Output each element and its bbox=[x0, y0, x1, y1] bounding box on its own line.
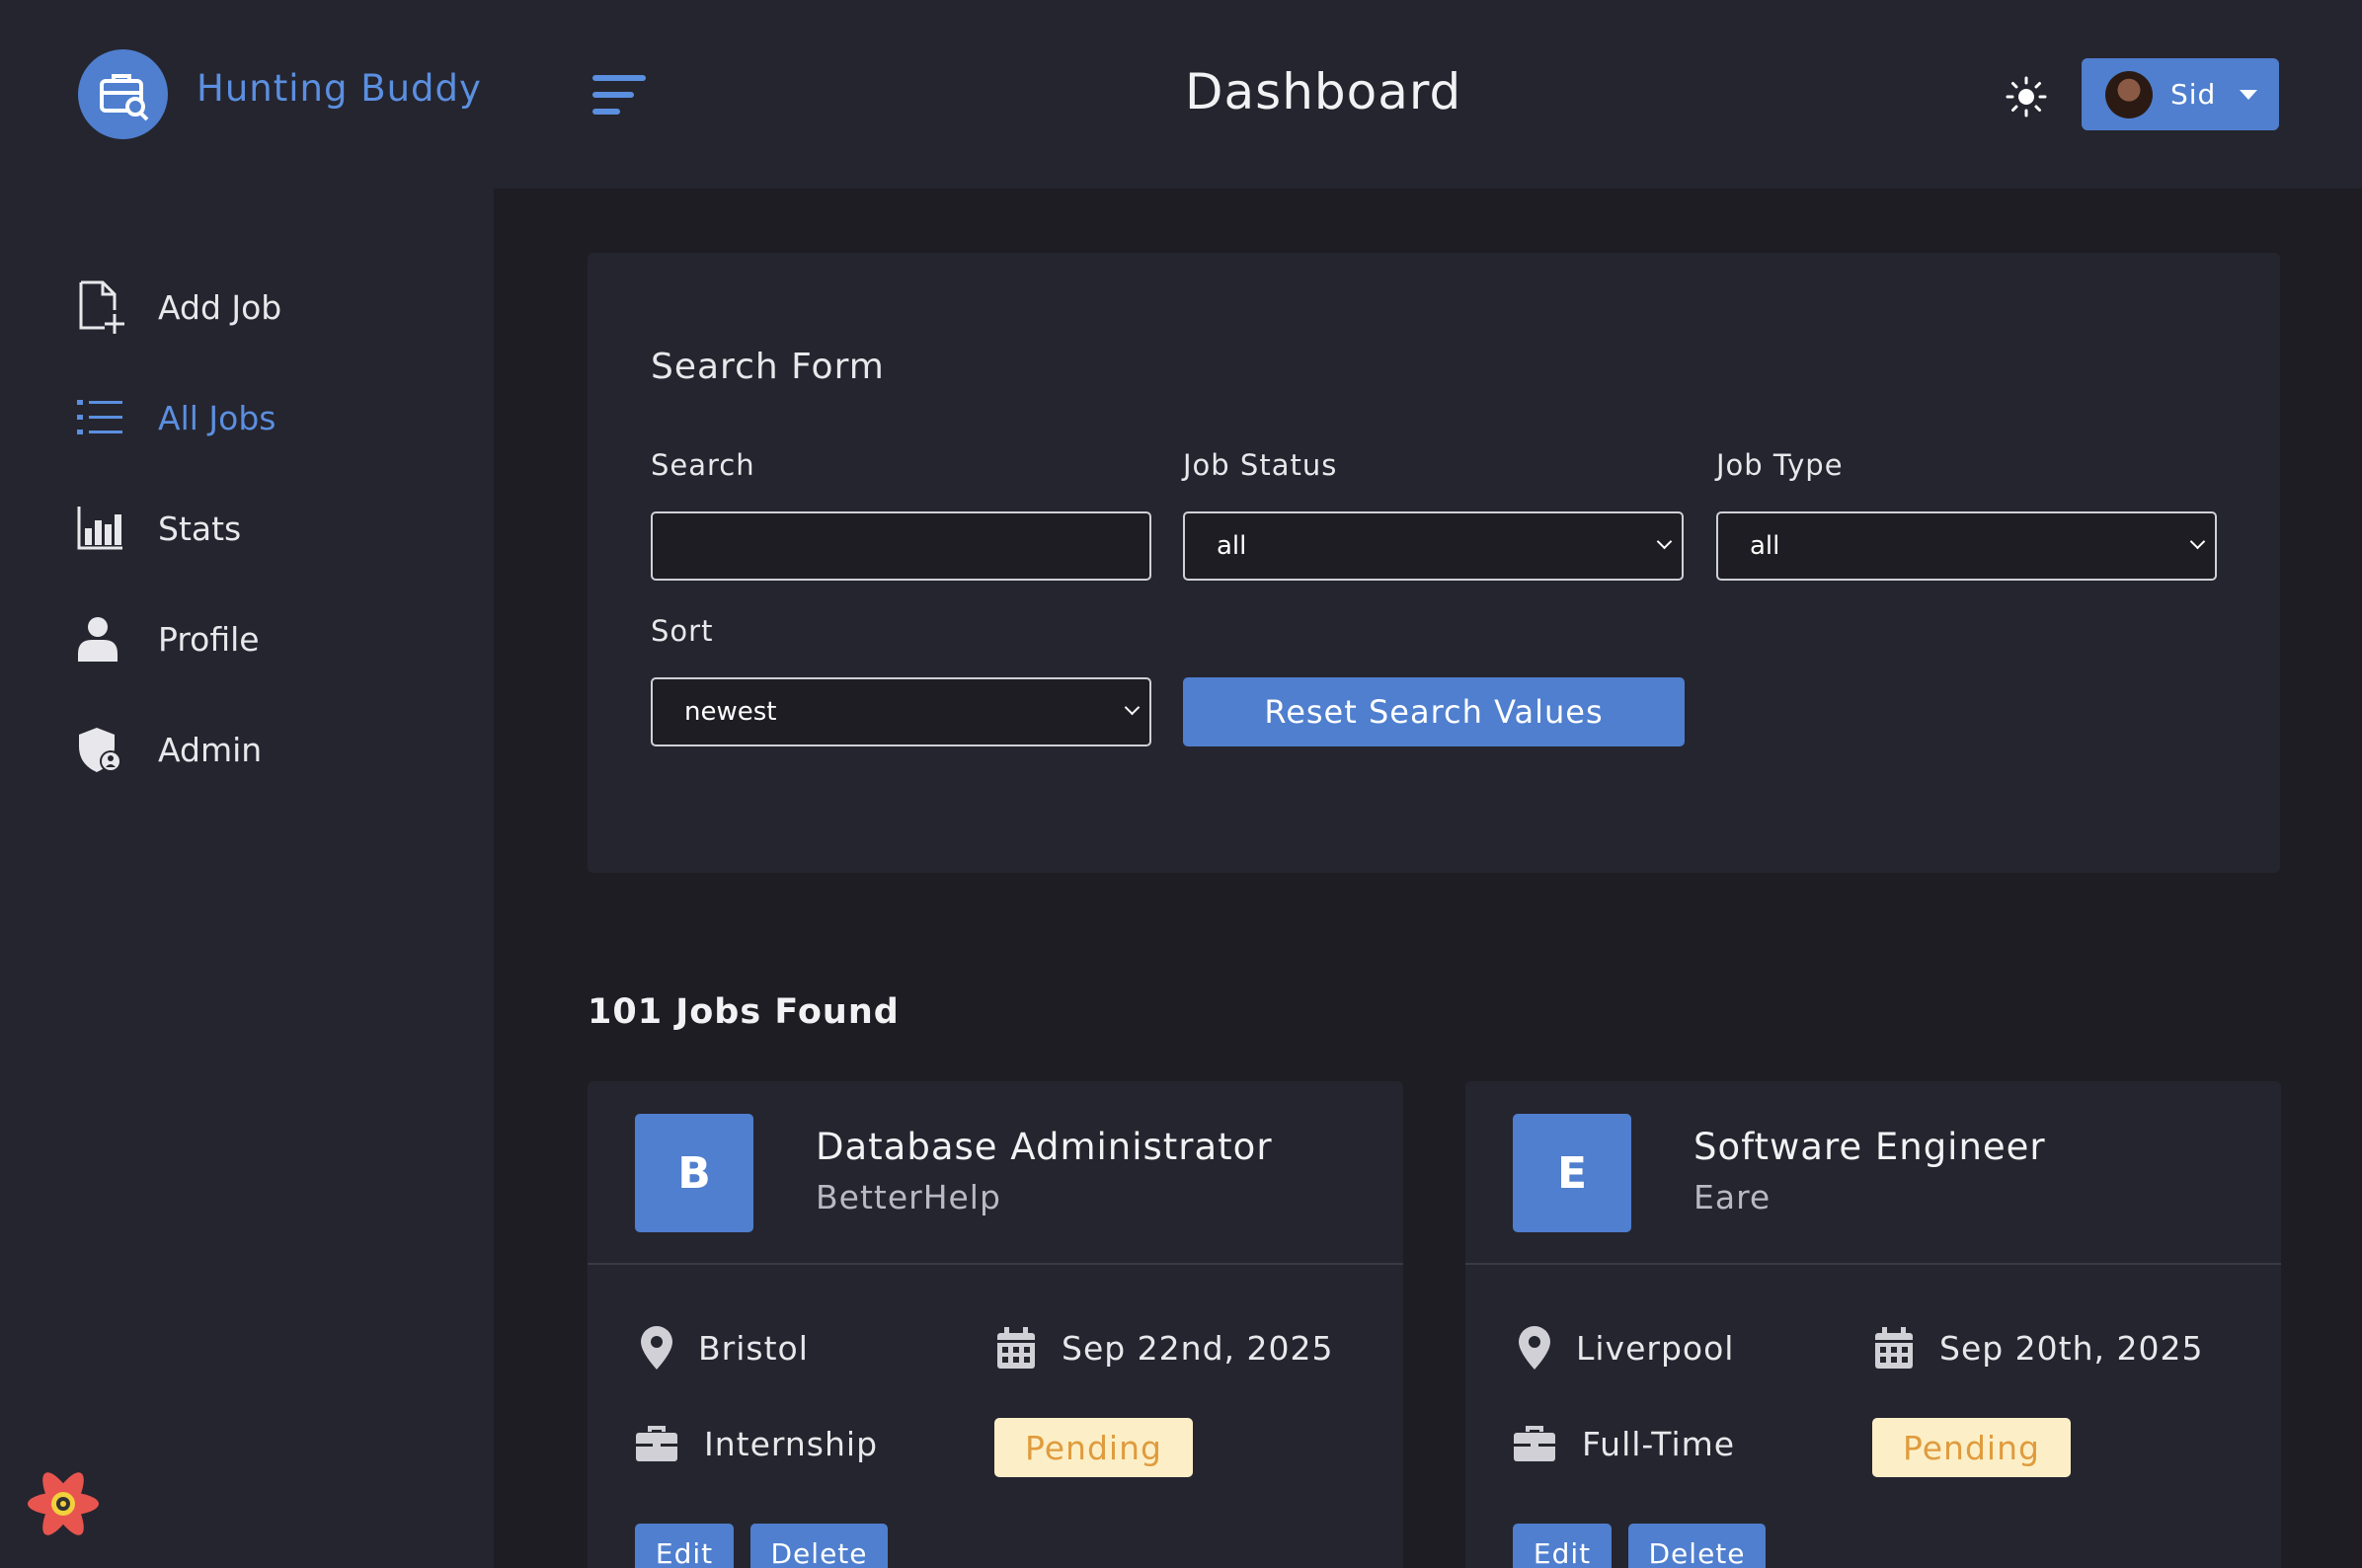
job-location-text: Liverpool bbox=[1576, 1328, 1735, 1368]
job-status-value: all bbox=[1217, 531, 1247, 561]
sort-select[interactable]: newest bbox=[651, 677, 1151, 746]
list-icon bbox=[77, 391, 126, 444]
job-company: Eare bbox=[1693, 1178, 1772, 1216]
job-status-label: Job Status bbox=[1183, 448, 1338, 482]
sort-value: newest bbox=[684, 697, 777, 727]
user-menu-button[interactable]: Sid bbox=[2082, 58, 2279, 130]
search-form: Search Form Search Job Status all Job Ty… bbox=[588, 253, 2280, 873]
reset-search-button[interactable]: Reset Search Values bbox=[1183, 677, 1685, 746]
location-pin-icon bbox=[1513, 1326, 1556, 1370]
sidebar-item-stats[interactable]: Stats bbox=[77, 499, 452, 558]
chevron-down-icon bbox=[1656, 533, 1673, 550]
job-position: Software Engineer bbox=[1693, 1126, 2046, 1168]
sidebar-item-label: Stats bbox=[158, 509, 242, 548]
job-date-text: Sep 20th, 2025 bbox=[1939, 1328, 2204, 1368]
sun-icon bbox=[2006, 76, 2047, 118]
job-card: E Software Engineer Eare Liverpool Sep 2… bbox=[1465, 1081, 2281, 1568]
job-card: B Database Administrator BetterHelp Bris… bbox=[588, 1081, 1403, 1568]
job-type: Full-Time bbox=[1513, 1422, 1735, 1465]
sidebar: Add Job All Jobs Stats Profile Admin bbox=[0, 189, 494, 1568]
user-name: Sid bbox=[2170, 78, 2217, 111]
calendar-icon bbox=[994, 1326, 1038, 1370]
location-pin-icon bbox=[635, 1326, 678, 1370]
job-header: E Software Engineer Eare bbox=[1465, 1081, 2281, 1265]
company-initial: E bbox=[1513, 1114, 1631, 1232]
job-type-value: all bbox=[1750, 531, 1780, 561]
job-date-text: Sep 22nd, 2025 bbox=[1062, 1328, 1334, 1368]
chevron-down-icon bbox=[2189, 533, 2206, 550]
sidebar-item-profile[interactable]: Profile bbox=[77, 609, 452, 668]
brand-name: Hunting Buddy bbox=[197, 67, 482, 110]
briefcase-icon bbox=[635, 1422, 678, 1465]
theme-toggle-button[interactable] bbox=[2005, 75, 2048, 118]
job-type-select[interactable]: all bbox=[1716, 511, 2217, 581]
add-file-icon bbox=[77, 280, 126, 334]
briefcase-search-icon bbox=[99, 73, 148, 120]
logo bbox=[78, 49, 168, 139]
jobs-found-count: 101 Jobs Found bbox=[588, 992, 900, 1032]
admin-shield-icon bbox=[77, 723, 126, 776]
menu-icon bbox=[592, 75, 646, 115]
top-navbar: Hunting Buddy Dashboard Sid bbox=[0, 0, 2362, 189]
react-devtools-icon[interactable] bbox=[24, 1469, 103, 1538]
sidebar-item-label: Add Job bbox=[158, 287, 282, 327]
sort-label: Sort bbox=[651, 614, 714, 648]
sidebar-item-label: Profile bbox=[158, 619, 260, 659]
chevron-down-icon bbox=[1124, 699, 1141, 716]
caret-down-icon bbox=[2240, 89, 2258, 100]
bar-chart-icon bbox=[77, 502, 126, 555]
sidebar-item-admin[interactable]: Admin bbox=[77, 720, 452, 779]
search-form-title: Search Form bbox=[651, 347, 885, 387]
sidebar-toggle-button[interactable] bbox=[592, 75, 646, 115]
sidebar-item-label: Admin bbox=[158, 730, 263, 769]
delete-button[interactable]: Delete bbox=[1628, 1524, 1766, 1568]
calendar-icon bbox=[1872, 1326, 1916, 1370]
job-type-text: Internship bbox=[704, 1424, 879, 1463]
sidebar-item-add-job[interactable]: Add Job bbox=[77, 277, 452, 337]
search-label: Search bbox=[651, 448, 755, 482]
job-date: Sep 20th, 2025 bbox=[1872, 1326, 2204, 1370]
sidebar-item-label: All Jobs bbox=[158, 398, 276, 437]
search-input[interactable] bbox=[651, 511, 1151, 581]
page-title: Dashboard bbox=[1185, 63, 1462, 120]
status-badge: Pending bbox=[1872, 1418, 2071, 1477]
job-type-text: Full-Time bbox=[1582, 1424, 1736, 1463]
job-location: Bristol bbox=[635, 1326, 809, 1370]
job-company: BetterHelp bbox=[816, 1178, 1001, 1216]
avatar bbox=[2105, 70, 2153, 118]
delete-button[interactable]: Delete bbox=[750, 1524, 888, 1568]
job-position: Database Administrator bbox=[816, 1126, 1273, 1168]
user-icon bbox=[77, 612, 126, 666]
job-header: B Database Administrator BetterHelp bbox=[588, 1081, 1403, 1265]
edit-button[interactable]: Edit bbox=[1513, 1524, 1612, 1568]
sidebar-item-all-jobs[interactable]: All Jobs bbox=[77, 388, 452, 447]
job-status-select[interactable]: all bbox=[1183, 511, 1684, 581]
briefcase-icon bbox=[1513, 1422, 1556, 1465]
company-initial: B bbox=[635, 1114, 753, 1232]
status-badge: Pending bbox=[994, 1418, 1193, 1477]
job-location-text: Bristol bbox=[698, 1328, 809, 1368]
job-date: Sep 22nd, 2025 bbox=[994, 1326, 1334, 1370]
job-type-label: Job Type bbox=[1716, 448, 1844, 482]
job-type: Internship bbox=[635, 1422, 878, 1465]
edit-button[interactable]: Edit bbox=[635, 1524, 734, 1568]
job-location: Liverpool bbox=[1513, 1326, 1734, 1370]
